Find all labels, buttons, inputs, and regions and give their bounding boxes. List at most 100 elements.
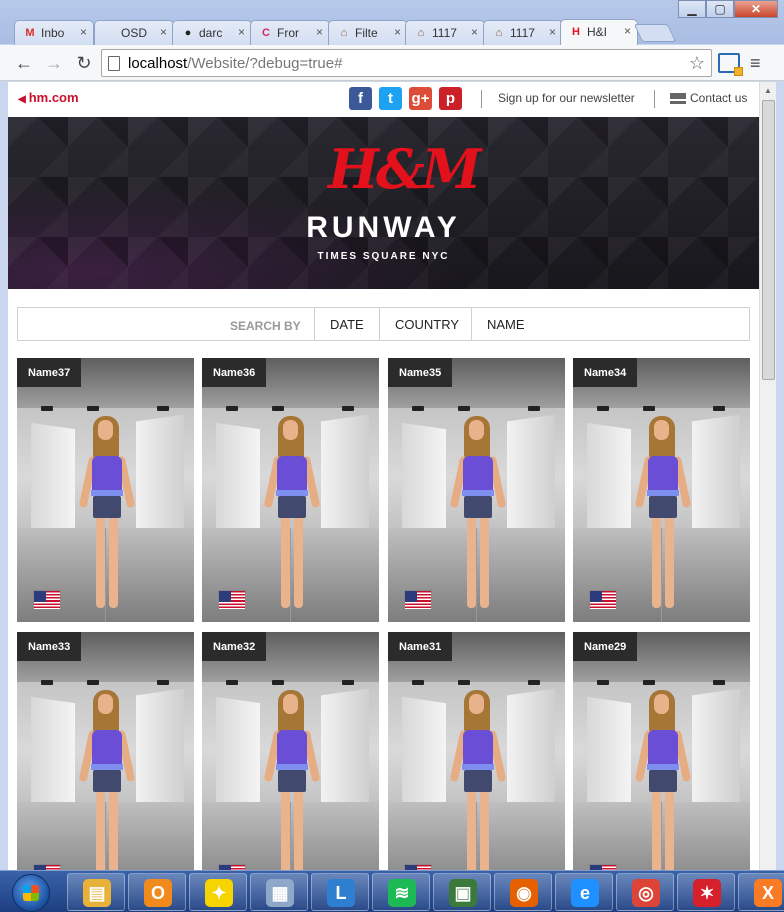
taskbar-button[interactable]: ◎ [616, 873, 674, 911]
model-card[interactable]: Name31 [388, 632, 565, 870]
mail-icon [670, 93, 686, 104]
taskbar-button[interactable]: ✦ [189, 873, 247, 911]
ceiling-light [87, 680, 99, 685]
vertical-scrollbar[interactable]: ▲ [759, 82, 776, 870]
hm-com-link[interactable]: ◀ hm.com [18, 90, 79, 105]
taskbar-button[interactable]: ◉ [494, 873, 552, 911]
url-path: /Website/?debug=true# [187, 55, 343, 72]
close-tab-icon[interactable]: × [624, 24, 631, 38]
close-tab-icon[interactable]: × [471, 25, 478, 39]
model-card[interactable]: Name37 [17, 358, 194, 622]
browser-tab[interactable]: ● darc × [172, 20, 252, 45]
contact-link[interactable]: Contact us [690, 91, 747, 105]
page-icon [108, 56, 120, 71]
chrome-menu-icon[interactable]: ≡ [750, 53, 761, 74]
ceiling-light [157, 406, 169, 411]
filter-name[interactable]: NAME [471, 308, 561, 340]
chrome-icon: ◎ [632, 879, 660, 907]
filter-date[interactable]: DATE [314, 308, 379, 340]
close-window-button[interactable]: ✕ [734, 0, 778, 18]
address-bar[interactable]: localhost/Website/?debug=true# ☆ [101, 49, 712, 77]
url-host: localhost [128, 55, 188, 72]
hm-com-label: hm.com [28, 90, 79, 105]
usa-flag-icon [218, 590, 246, 610]
taskbar-button[interactable]: L [311, 873, 369, 911]
close-tab-icon[interactable]: × [80, 25, 87, 39]
firefox-icon: ◉ [510, 879, 538, 907]
taskbar-button[interactable]: ▣ [433, 873, 491, 911]
ceiling-light [272, 680, 284, 685]
browser-tab[interactable]: H H&I × [560, 19, 638, 45]
model-card[interactable]: Name29 [573, 632, 750, 870]
ceiling-light [643, 406, 655, 411]
close-tab-icon[interactable]: × [238, 25, 245, 39]
pinterest-icon[interactable]: p [439, 87, 462, 110]
ceiling-light [342, 680, 354, 685]
ceiling-light [643, 680, 655, 685]
forward-arrow-icon[interactable]: → [42, 51, 66, 75]
taskbar-button[interactable]: ▤ [67, 873, 125, 911]
taskbar-button[interactable]: ✶ [677, 873, 735, 911]
ceiling-light [157, 680, 169, 685]
browser-tab[interactable]: ⌂ 1117 × [483, 20, 563, 45]
reload-icon[interactable]: ↻ [72, 51, 96, 75]
scrollbar-thumb[interactable] [762, 100, 775, 380]
newsletter-link[interactable]: Sign up for our newsletter [498, 91, 635, 105]
ceiling-light [713, 406, 725, 411]
runway-banner: H&M RUNWAY TIMES SQUARE NYC [8, 117, 759, 289]
cast-extension-icon[interactable] [718, 53, 743, 76]
taskbar-button[interactable]: O [128, 873, 186, 911]
model-card[interactable]: Name32 [202, 632, 379, 870]
browser-tab[interactable]: M Inbo × [14, 20, 94, 45]
house-icon: ⌂ [495, 27, 503, 39]
taskbar-button[interactable]: e [555, 873, 613, 911]
model-name-tag: Name31 [388, 632, 453, 661]
taskbar-button[interactable]: X [738, 873, 784, 911]
close-tab-icon[interactable]: × [394, 25, 401, 39]
house-icon: ⌂ [340, 27, 348, 39]
taskbar-button[interactable]: ▦ [250, 873, 308, 911]
facebook-icon[interactable]: f [349, 87, 372, 110]
ceiling-light [458, 406, 470, 411]
google-plus-icon[interactable]: g+ [409, 87, 432, 110]
usa-flag-icon [589, 590, 617, 610]
bookmark-star-icon[interactable]: ☆ [689, 53, 705, 74]
close-tab-icon[interactable]: × [160, 25, 167, 39]
close-tab-icon[interactable]: × [316, 25, 323, 39]
usa-flag-icon [33, 590, 61, 610]
model-name-tag: Name36 [202, 358, 267, 387]
model-card[interactable]: Name35 [388, 358, 565, 622]
scroll-up-arrow-icon[interactable]: ▲ [764, 86, 772, 95]
search-by-label: SEARCH BY [230, 319, 301, 333]
model-photo [78, 416, 136, 614]
browser-tab[interactable]: ⌂ 1117 × [405, 20, 485, 45]
url-text[interactable]: localhost/Website/?debug=true# [128, 55, 342, 72]
aim-icon: ✦ [205, 879, 233, 907]
ceiling-light [41, 406, 53, 411]
ceiling-light [41, 680, 53, 685]
lync-icon: L [327, 879, 355, 907]
model-card[interactable]: Name33 [17, 632, 194, 870]
browser-tab[interactable]: ⌂ Filte × [328, 20, 408, 45]
model-photo [634, 690, 692, 870]
model-name-tag: Name32 [202, 632, 267, 661]
browser-tab[interactable]: C Fror × [250, 20, 330, 45]
filter-country[interactable]: COUNTRY [379, 308, 474, 340]
start-button[interactable] [12, 874, 50, 912]
model-photo [263, 690, 321, 870]
model-card[interactable]: Name36 [202, 358, 379, 622]
ceiling-light [87, 406, 99, 411]
twitter-icon[interactable]: t [379, 87, 402, 110]
back-arrow-icon[interactable]: ← [12, 51, 36, 75]
model-name-tag: Name29 [573, 632, 638, 661]
github-icon: ● [184, 27, 192, 39]
ceiling-light [226, 680, 238, 685]
minimize-button[interactable]: ▁ [678, 0, 706, 18]
new-tab-button[interactable] [633, 24, 677, 42]
maximize-button[interactable]: ▢ [706, 0, 734, 18]
taskbar-button[interactable]: ≋ [372, 873, 430, 911]
ceiling-light [597, 680, 609, 685]
browser-tab[interactable]: OSD × [94, 20, 174, 45]
close-tab-icon[interactable]: × [549, 25, 556, 39]
model-card[interactable]: Name34 [573, 358, 750, 622]
